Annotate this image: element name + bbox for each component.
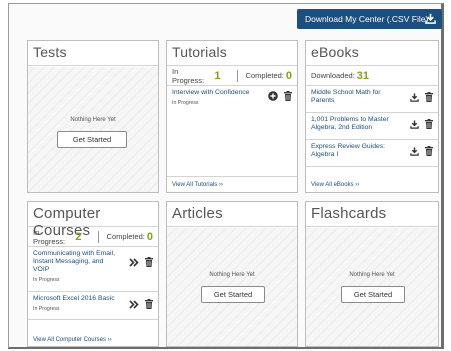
view-all-ebooks-link[interactable]: View All eBooks ›› [311, 182, 359, 188]
flashcards-title: Flashcards [306, 202, 438, 227]
view-all-computer-courses-link[interactable]: View All Computer Courses ›› [33, 337, 112, 343]
trash-icon[interactable] [425, 146, 433, 156]
list-item: Middle School Math for Parents [306, 86, 438, 113]
ebook-title-line: Express Review Guides: [311, 143, 386, 150]
double-chevron-right-icon: ›› [355, 182, 360, 188]
completed-label: Completed: [245, 71, 284, 80]
flashcards-get-started-button[interactable]: Get Started [341, 286, 405, 303]
list-item: Interview with Confidence In Progress [167, 86, 297, 126]
flashcards-card: Flashcards Nothing Here Yet Get Started [305, 201, 439, 347]
download-icon[interactable] [410, 119, 419, 129]
flashcards-empty-area: Nothing Here Yet Get Started [306, 228, 438, 346]
ebook-title-line: 1,001 Problems to Master [311, 116, 389, 123]
tutorials-footer-divider [167, 176, 297, 177]
tutorials-stats: In Progress: 1 Completed: 0 [167, 66, 297, 86]
ebooks-card: eBooks Downloaded: 31 Middle School Math… [305, 40, 439, 193]
list-item: 1,001 Problems to Master Algebra, 2nd Ed… [306, 113, 438, 140]
computer-courses-stats: In Progress: 2 Completed: 0 [28, 227, 158, 247]
tests-card: Tests Nothing Here Yet Get Started [27, 40, 159, 193]
tests-get-started-button[interactable]: Get Started [57, 131, 127, 148]
tests-empty-area: Nothing Here Yet Get Started [28, 67, 158, 192]
downloaded-count: 31 [356, 69, 370, 82]
computer-courses-title: Computer Courses [28, 202, 158, 239]
double-chevron-right-icon: ›› [218, 182, 223, 188]
downloaded-label: Downloaded: [311, 71, 355, 80]
stat-divider [97, 230, 99, 243]
download-csv-label: Download My Center (.CSV File) [305, 14, 429, 24]
in-progress-label: In Progress: [33, 227, 66, 246]
trash-icon[interactable] [284, 91, 292, 101]
stat-divider [236, 69, 238, 82]
in-progress-count: 2 [75, 230, 82, 243]
computer-courses-card: Computer Courses In Progress: 2 Complete… [27, 201, 159, 347]
double-chevron-right-icon[interactable] [129, 299, 139, 309]
tests-empty-text: Nothing Here Yet [70, 117, 116, 123]
completed-label: Completed: [106, 232, 145, 241]
course-title-line: Communicating with Email, [33, 250, 115, 257]
completed-count: 0 [285, 69, 293, 82]
list-item: Communicating with Email, Instant Messag… [28, 247, 158, 292]
download-icon [425, 13, 436, 24]
download-csv-button[interactable]: Download My Center (.CSV File) [297, 9, 442, 29]
ebook-title-line: Parents [311, 97, 335, 104]
ebook-title-line: Algebra, 2nd Edition [311, 124, 373, 131]
completed-count: 0 [146, 230, 154, 243]
view-all-tutorials-link[interactable]: View All Tutorials ›› [172, 182, 223, 188]
articles-empty-text: Nothing Here Yet [209, 272, 255, 278]
ebooks-stats: Downloaded: 31 [306, 66, 438, 86]
course-title-line: Microsoft Excel 2016 Basic [33, 295, 115, 302]
articles-get-started-button[interactable]: Get Started [201, 286, 265, 303]
in-progress-label: In Progress: [172, 66, 205, 85]
trash-icon[interactable] [425, 92, 433, 102]
tutorials-card: Tutorials In Progress: 1 Completed: 0 In… [166, 40, 298, 193]
view-all-tutorials-label: View All Tutorials [172, 182, 218, 188]
trash-icon[interactable] [145, 299, 153, 309]
articles-title: Articles [167, 202, 297, 227]
double-chevron-right-icon: ›› [107, 337, 112, 343]
course-title-line: VOIP [33, 266, 50, 273]
list-item: Microsoft Excel 2016 Basic In Progress [28, 292, 158, 320]
articles-card: Articles Nothing Here Yet Get Started [166, 201, 298, 347]
course-item-status: In Progress [33, 277, 60, 283]
double-chevron-right-icon[interactable] [129, 257, 139, 267]
view-all-computer-courses-label: View All Computer Courses [33, 337, 106, 343]
view-all-ebooks-label: View All eBooks [311, 182, 354, 188]
in-progress-count: 1 [214, 69, 221, 82]
tutorials-title: Tutorials [167, 41, 297, 66]
flashcards-empty-text: Nothing Here Yet [349, 272, 395, 278]
tests-title: Tests [28, 41, 158, 66]
articles-empty-area: Nothing Here Yet Get Started [167, 228, 297, 346]
ebook-title-line: Algebra I [311, 151, 339, 158]
plus-circle-icon[interactable] [268, 91, 278, 101]
download-icon[interactable] [410, 146, 419, 156]
trash-icon[interactable] [145, 257, 153, 267]
ebooks-title: eBooks [306, 41, 438, 66]
course-title-line: Instant Messaging, and [33, 258, 104, 265]
download-icon[interactable] [410, 92, 419, 102]
ebook-title-line: Middle School Math for [311, 89, 381, 96]
list-item: Express Review Guides: Algebra I [306, 140, 438, 167]
trash-icon[interactable] [425, 119, 433, 129]
